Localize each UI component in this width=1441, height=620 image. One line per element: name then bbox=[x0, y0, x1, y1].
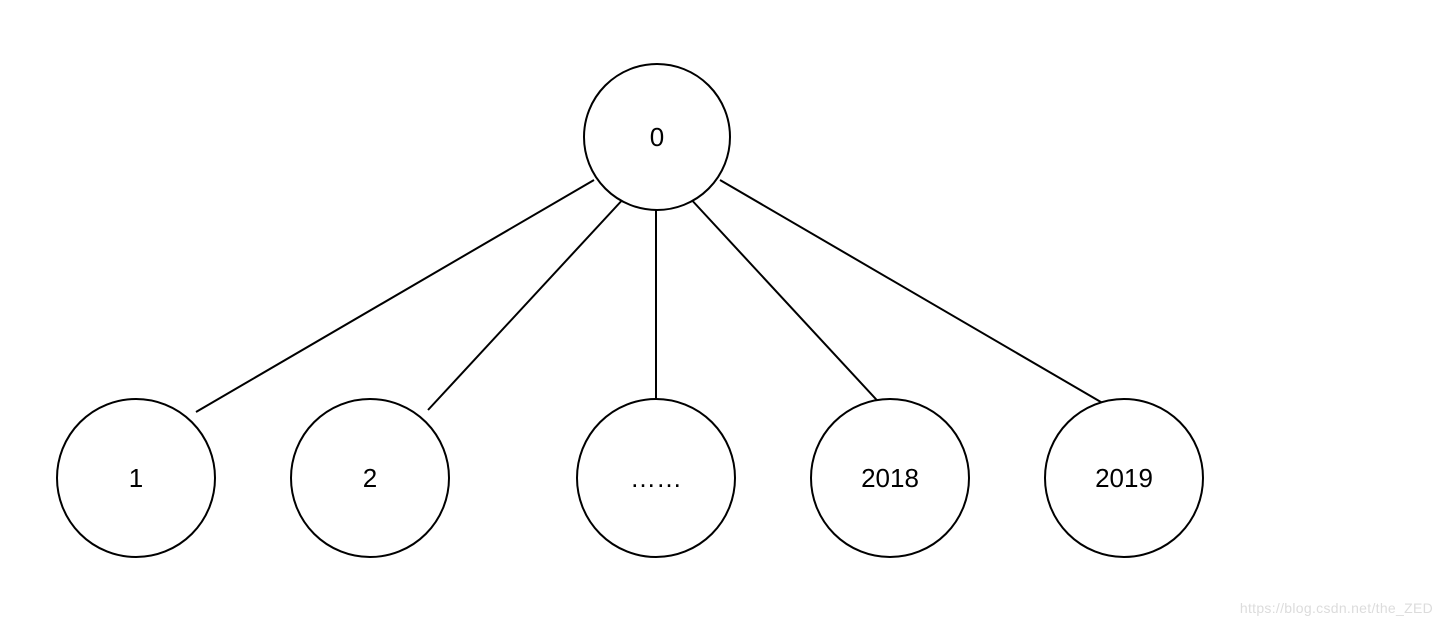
node-root-label: 0 bbox=[650, 124, 664, 150]
node-child-2: 2 bbox=[290, 398, 450, 558]
node-child-2018: 2018 bbox=[810, 398, 970, 558]
node-child-2-label: 2 bbox=[363, 465, 377, 491]
node-child-ellipsis-label: …… bbox=[630, 465, 682, 491]
node-child-1: 1 bbox=[56, 398, 216, 558]
tree-edges bbox=[0, 0, 1441, 620]
node-root: 0 bbox=[583, 63, 731, 211]
node-child-2019: 2019 bbox=[1044, 398, 1204, 558]
node-child-2018-label: 2018 bbox=[861, 465, 919, 491]
node-child-2019-label: 2019 bbox=[1095, 465, 1153, 491]
edge-root-child4 bbox=[688, 196, 886, 410]
edge-root-child2 bbox=[428, 196, 626, 410]
node-child-1-label: 1 bbox=[129, 465, 143, 491]
node-child-ellipsis: …… bbox=[576, 398, 736, 558]
